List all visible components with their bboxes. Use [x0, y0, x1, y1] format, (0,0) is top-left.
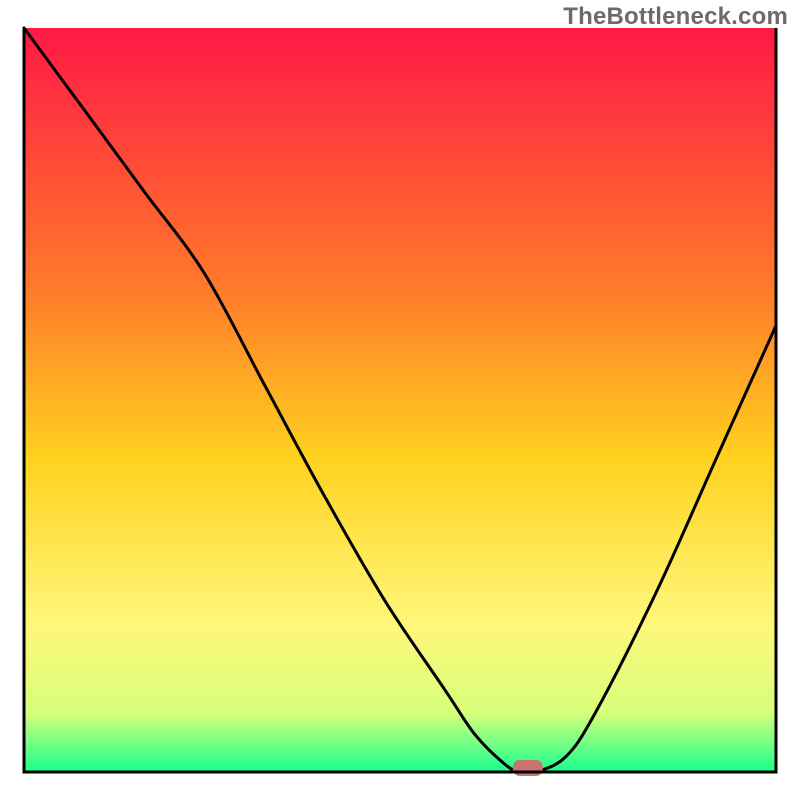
optimal-marker [513, 760, 543, 776]
chart-background [24, 28, 776, 772]
watermark-text: TheBottleneck.com [563, 3, 788, 31]
bottleneck-chart [0, 0, 800, 800]
